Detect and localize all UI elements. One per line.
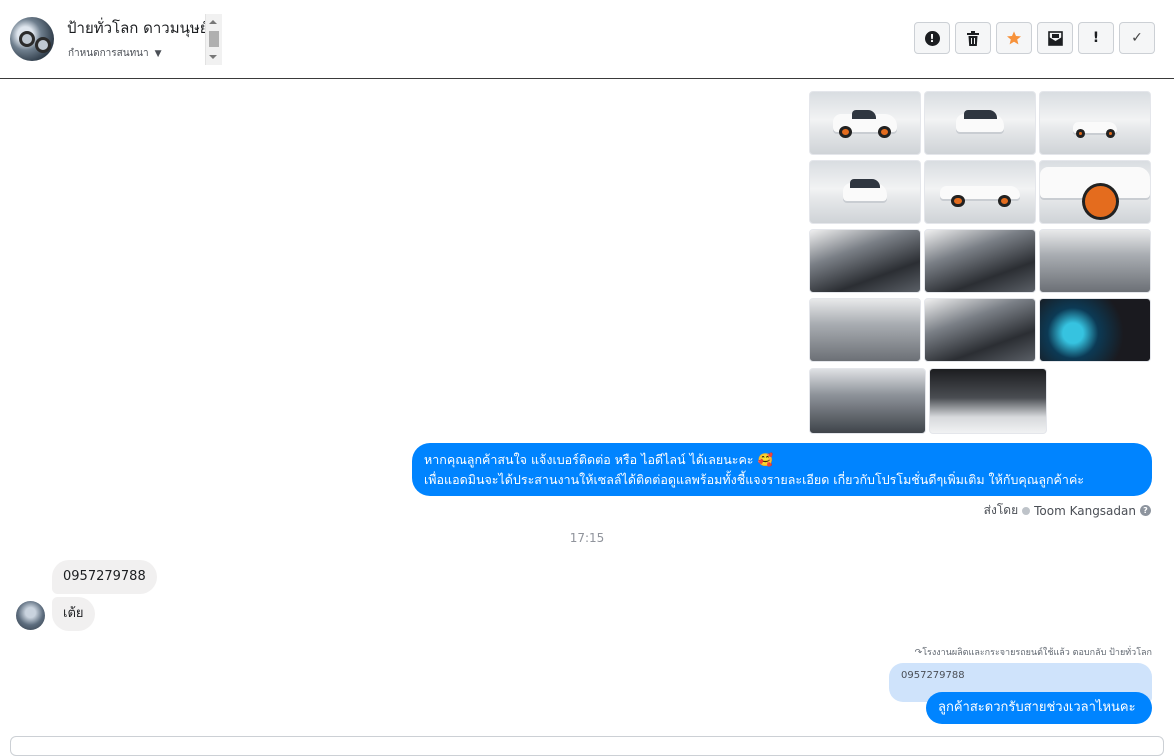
outgoing-message-promo[interactable]: หากคุณลูกค้าสนใจ แจ้งเบอร์ติดต่อ หรือ ไอ… [412,443,1152,496]
photo-car-side[interactable] [924,160,1036,224]
photo-car-side-far[interactable] [1039,91,1151,155]
reply-context: ↷โรงงานผลิตและกระจายรถยนต์ใช้แล้ว ตอบกลั… [915,645,1152,659]
check-icon: ✓ [1131,30,1143,46]
photo-interior-door[interactable] [809,229,921,293]
photo-interior-seats[interactable] [1039,229,1151,293]
scroll-thumb[interactable] [209,31,219,47]
exclamation-icon: ! [1092,30,1100,46]
important-button[interactable]: ! [1078,22,1114,54]
trash-icon [967,30,979,46]
scroll-down-icon[interactable] [209,55,217,59]
page-name[interactable]: ป้ายทั่วโลก ดาวมนุษย์ [67,16,205,38]
reply-context-text: โรงงานผลิตและกระจายรถยนต์ใช้แล้ว ตอบกลับ… [922,648,1152,658]
sent-by-label: ส่งโดย [983,503,1019,517]
star-icon [1007,31,1021,45]
conversation-label-text: กำหนดการสนทนา [68,48,149,59]
message-line: หากคุณลูกค้าสนใจ แจ้งเบอร์ติดต่อ หรือ ไอ… [424,452,774,467]
mark-unread-button[interactable] [1037,22,1073,54]
outgoing-reply-message[interactable]: ลูกค้าสะดวกรับสายช่วงเวลาไหนคะ [926,692,1152,724]
star-button[interactable] [996,22,1032,54]
exclamation-circle-icon: ! [924,30,940,46]
sent-by-info: ส่งโดย Toom Kangsadan ? [984,501,1151,520]
conversation-header: ป้ายทั่วโลก ดาวมนุษย์ กำหนดการสนทนา ▼ ! [0,0,1174,79]
message-line: เพื่อแอดมินจะได้ประสานงานให้เซลล์ได้ติดต… [424,472,1085,487]
envelope-icon [1047,30,1063,46]
incoming-message[interactable]: 0957279788 [52,560,157,594]
photo-dashboard[interactable] [924,298,1036,362]
message-timestamp: 17:15 [569,531,605,545]
photo-interior-steering[interactable] [924,229,1036,293]
photo-car-front-angle[interactable] [809,91,921,155]
message-composer[interactable] [10,736,1164,756]
page-avatar[interactable] [10,17,54,61]
delete-button[interactable] [955,22,991,54]
photo-rear-seats[interactable] [809,298,921,362]
scroll-up-icon[interactable] [209,20,217,24]
customer-avatar[interactable] [16,601,45,630]
name-scrollbar[interactable] [205,14,222,65]
photo-car-wheel[interactable] [1039,160,1151,224]
photo-car-front[interactable] [924,91,1036,155]
photo-car-rear[interactable] [809,160,921,224]
conversation-label-dropdown[interactable]: กำหนดการสนทนา ▼ [68,46,162,61]
spam-button[interactable]: ! [914,22,950,54]
incoming-message[interactable]: เต้ย [52,597,95,631]
sent-by-name[interactable]: Toom Kangsadan [1034,504,1136,518]
help-icon[interactable]: ? [1140,505,1151,516]
done-button[interactable]: ✓ [1119,22,1155,54]
photo-undercarriage[interactable] [929,368,1047,434]
caret-down-icon: ▼ [154,49,162,59]
photo-gauge-cluster[interactable] [1039,298,1151,362]
agent-dot-icon [1022,506,1031,515]
conversation-toolbar: ! ! ✓ [914,22,1155,54]
photo-engine[interactable] [809,368,926,434]
